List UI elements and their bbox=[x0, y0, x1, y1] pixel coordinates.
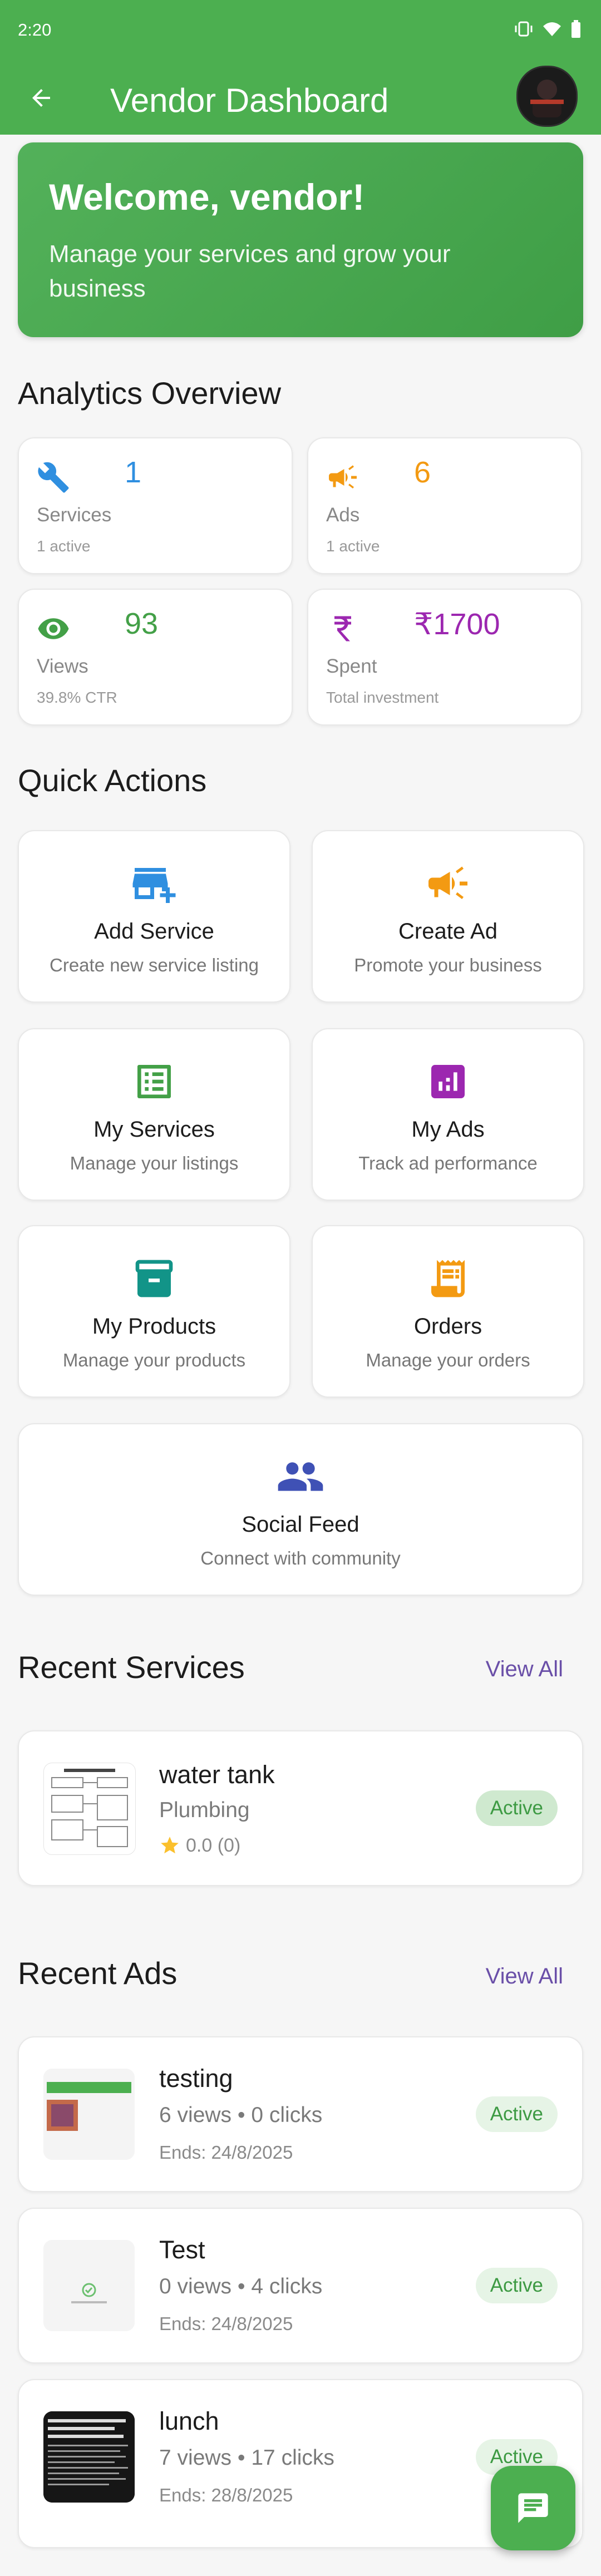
archive-icon bbox=[130, 1254, 179, 1303]
service-item[interactable]: water tank Plumbing 0.0 (0) Active bbox=[18, 1730, 583, 1886]
status-badge: Active bbox=[475, 1790, 558, 1826]
status-badge: Active bbox=[475, 2268, 558, 2303]
stat-sub-views: 39.8% CTR bbox=[37, 689, 117, 706]
ad-stats: 0 views • 4 clicks bbox=[159, 2274, 323, 2298]
wrench-icon bbox=[38, 462, 69, 493]
service-title: water tank bbox=[159, 1760, 275, 1789]
orders-button[interactable]: Orders Manage your orders bbox=[312, 1225, 584, 1398]
stat-label-spent: Spent bbox=[326, 655, 377, 677]
recent-services-title: Recent Services bbox=[18, 1650, 245, 1685]
quick-actions-title: Quick Actions bbox=[18, 763, 207, 798]
service-thumbnail bbox=[43, 1763, 136, 1855]
add-store-icon bbox=[130, 859, 179, 908]
arrow-back-icon bbox=[32, 89, 50, 107]
welcome-banner: Welcome, vendor! Manage your services an… bbox=[18, 142, 583, 337]
ad-item[interactable]: Test 0 views • 4 clicks Ends: 24/8/2025 … bbox=[18, 2208, 583, 2363]
orders-title: Orders bbox=[413, 1314, 482, 1339]
ad-title: lunch bbox=[159, 2407, 219, 2435]
stat-value-views: 93 bbox=[125, 607, 159, 640]
chart-icon bbox=[423, 1057, 472, 1106]
stat-label-views: Views bbox=[37, 655, 88, 677]
create-ad-title: Create Ad bbox=[398, 919, 497, 944]
orders-subtitle: Manage your orders bbox=[366, 1350, 530, 1370]
receipt-icon bbox=[423, 1254, 472, 1303]
my-products-button[interactable]: My Products Manage your products bbox=[18, 1225, 290, 1398]
my-services-subtitle: Manage your listings bbox=[70, 1153, 239, 1173]
stat-sub-spent: Total investment bbox=[326, 689, 439, 706]
my-products-subtitle: Manage your products bbox=[62, 1350, 246, 1370]
ad-thumbnail bbox=[43, 2069, 135, 2160]
list-icon bbox=[130, 1057, 179, 1106]
star-icon bbox=[161, 1837, 179, 1854]
stat-value-ads: 6 bbox=[414, 456, 431, 489]
ad-stats: 6 views • 0 clicks bbox=[159, 2103, 323, 2127]
ad-thumbnail bbox=[43, 2411, 135, 2503]
services-view-all-link[interactable]: View All bbox=[486, 1657, 563, 1682]
ad-title: Test bbox=[159, 2236, 205, 2264]
ad-title: testing bbox=[159, 2064, 233, 2093]
analytics-title: Analytics Overview bbox=[18, 376, 282, 411]
stat-value-spent: ₹1700 bbox=[414, 608, 500, 641]
vibrate-icon bbox=[515, 21, 533, 37]
create-ad-button[interactable]: Create Ad Promote your business bbox=[312, 830, 584, 1003]
ads-view-all-link[interactable]: View All bbox=[486, 1964, 563, 1989]
ad-end-date: Ends: 28/8/2025 bbox=[159, 2485, 293, 2505]
add-service-subtitle: Create new service listing bbox=[50, 955, 259, 975]
back-button[interactable] bbox=[23, 80, 59, 116]
welcome-subtitle: Manage your services and grow your busin… bbox=[49, 240, 451, 302]
my-ads-subtitle: Track ad performance bbox=[358, 1153, 538, 1173]
megaphone-icon bbox=[329, 465, 357, 488]
social-feed-button[interactable]: Social Feed Connect with community bbox=[18, 1423, 583, 1596]
my-services-button[interactable]: My Services Manage your listings bbox=[18, 1028, 290, 1201]
stat-card-services[interactable]: 1 Services 1 active bbox=[18, 437, 293, 574]
create-ad-subtitle: Promote your business bbox=[354, 955, 542, 975]
ad-stats: 7 views • 17 clicks bbox=[159, 2446, 334, 2470]
my-ads-button[interactable]: My Ads Track ad performance bbox=[312, 1028, 584, 1201]
stat-card-ads[interactable]: 6 Ads 1 active bbox=[307, 437, 582, 574]
app-bar: Vendor Dashboard bbox=[0, 61, 601, 135]
ad-end-date: Ends: 24/8/2025 bbox=[159, 2142, 293, 2163]
social-feed-title: Social Feed bbox=[242, 1512, 359, 1537]
ad-thumbnail bbox=[43, 2240, 135, 2331]
my-ads-title: My Ads bbox=[411, 1117, 485, 1142]
stat-card-views[interactable]: 93 Views 39.8% CTR bbox=[18, 589, 293, 726]
app-title: Vendor Dashboard bbox=[110, 82, 389, 119]
chat-icon bbox=[518, 2493, 548, 2523]
stat-sub-ads: 1 active bbox=[326, 537, 380, 555]
eye-icon bbox=[38, 618, 69, 639]
add-service-title: Add Service bbox=[94, 919, 214, 944]
service-category: Plumbing bbox=[159, 1798, 250, 1822]
stat-sub-services: 1 active bbox=[37, 537, 91, 555]
stat-label-ads: Ads bbox=[326, 504, 360, 526]
my-products-title: My Products bbox=[92, 1314, 216, 1339]
campaign-icon bbox=[423, 859, 472, 908]
status-bar: 2:20 bbox=[0, 0, 601, 61]
battery-icon bbox=[572, 20, 580, 38]
recent-ads-title: Recent Ads bbox=[18, 1956, 178, 1991]
status-time: 2:20 bbox=[18, 20, 52, 40]
ad-end-date: Ends: 24/8/2025 bbox=[159, 2313, 293, 2334]
stat-card-spent[interactable]: ₹1700 Spent Total investment bbox=[307, 589, 582, 726]
avatar[interactable] bbox=[516, 66, 578, 127]
people-icon bbox=[276, 1452, 325, 1501]
status-badge: Active bbox=[475, 2096, 558, 2132]
add-service-button[interactable]: Add Service Create new service listing bbox=[18, 830, 290, 1003]
chat-fab-button[interactable] bbox=[491, 2466, 575, 2550]
stat-value-services: 1 bbox=[125, 456, 142, 489]
wifi-icon bbox=[543, 22, 561, 36]
ad-item[interactable]: testing 6 views • 0 clicks Ends: 24/8/20… bbox=[18, 2036, 583, 2192]
welcome-title: Welcome, vendor! bbox=[49, 176, 365, 218]
service-rating: 0.0 (0) bbox=[186, 1835, 241, 1856]
my-services-title: My Services bbox=[93, 1117, 215, 1142]
stat-label-services: Services bbox=[37, 504, 112, 526]
rupee-icon bbox=[334, 616, 351, 641]
status-icons bbox=[514, 20, 581, 38]
avatar-image bbox=[518, 67, 576, 125]
social-feed-subtitle: Connect with community bbox=[200, 1548, 401, 1568]
